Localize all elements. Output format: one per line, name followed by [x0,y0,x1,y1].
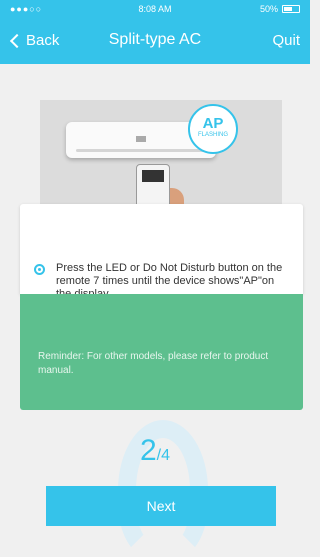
ac-logo [136,136,146,142]
battery-percent: 50% [259,4,278,14]
battery-icon [282,5,300,13]
reminder-panel: Reminder: For other models, please refer… [20,294,303,410]
step-indicator: 2/4 [0,434,310,468]
step-total: 4 [161,447,171,464]
reminder-text: Reminder: For other models, please refer… [38,351,269,376]
next-button[interactable]: Next [46,486,276,526]
bubble-subtitle: FLASHING [197,132,228,138]
instruction-card: Press the LED or Do Not Disturb button o… [20,204,303,300]
status-bar: ●●●○○ 8:08 AM 50% [0,0,310,18]
instruction-illustration: AP FLASHING [40,100,282,218]
bubble-title: AP [202,115,224,132]
step-current: 2 [139,434,157,467]
ac-vent [76,149,206,152]
page-title: Split-type AC [108,31,202,48]
battery-indicator: 50% [260,4,300,14]
quit-button[interactable]: Quit [272,32,300,49]
radio-selected-icon [34,264,45,275]
ap-flashing-bubble: AP FLASHING [188,104,238,154]
top-bar: ●●●○○ 8:08 AM 50% Back Split-type AC Qui… [0,0,310,64]
remote-screen [142,170,164,182]
